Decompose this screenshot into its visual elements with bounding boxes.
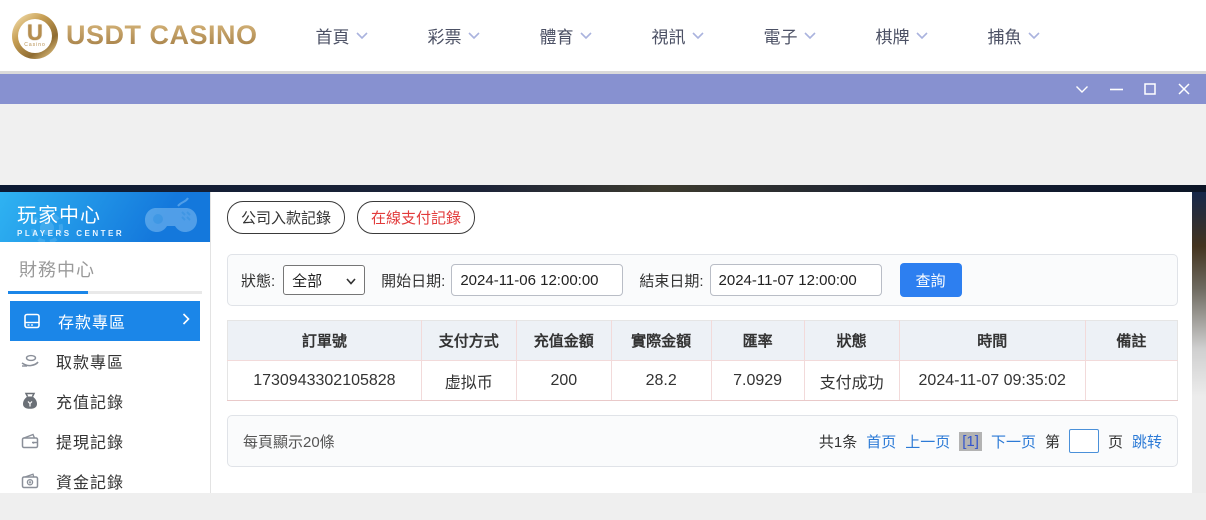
table-header-row: 訂單號 支付方式 充值金額 實際金額 匯率 狀態 時間 備註: [227, 320, 1179, 361]
gamepad-icon: [138, 194, 204, 242]
sidebar: 玩家中心 PLAYERS CENTER 財務中心 存款專區 取款專區 充值記錄 …: [0, 192, 211, 493]
total-count-text: 共1条: [818, 433, 858, 451]
chevron-right-icon: [182, 312, 190, 330]
page-number-input[interactable]: [1068, 429, 1099, 453]
right-decor-strip: [1192, 192, 1206, 493]
content-area: 玩家中心 PLAYERS CENTER 財務中心 存款專區 取款專區 充值記錄 …: [0, 192, 1206, 493]
status-select-value: 全部: [292, 272, 323, 290]
jump-link[interactable]: 跳转: [1132, 431, 1162, 452]
top-header: U Casino USDT CASINO 首頁 彩票 體育 視訊 電子 棋牌 捕…: [0, 0, 1206, 71]
brand-name: USDT CASINO: [66, 20, 258, 50]
chevron-down-icon: [467, 31, 480, 40]
sidebar-item-withdrawal-records[interactable]: 提現記錄: [0, 421, 210, 461]
col-recharge-amount: 充值金額: [515, 320, 612, 361]
pagination-bar: 每頁顯示20條 共1条 首页 上一页 [1] 下一页 第 页 跳转: [227, 415, 1178, 467]
decor-strip: [0, 185, 1206, 192]
finance-section-title: 財務中心: [19, 260, 95, 280]
window-titlebar: [0, 71, 1206, 104]
cell-actual-amount: 28.2: [610, 360, 712, 401]
logo-small-text: Casino: [24, 41, 46, 48]
prev-page-link[interactable]: 上一页: [905, 431, 950, 452]
start-date-label: 開始日期:: [381, 272, 446, 290]
status-label: 狀態:: [241, 272, 276, 290]
col-order-number: 訂單號: [227, 320, 422, 361]
poker-chip-icon: [30, 211, 64, 242]
brand-logo[interactable]: U Casino USDT CASINO: [12, 12, 258, 59]
nav-item-slots[interactable]: 電子: [764, 23, 816, 48]
cell-time: 2024-11-07 09:35:02: [898, 360, 1086, 401]
col-status: 狀態: [803, 320, 900, 361]
close-icon[interactable]: [1172, 79, 1196, 99]
players-center-header: 玩家中心 PLAYERS CENTER: [0, 192, 210, 242]
chevron-down-icon: [803, 31, 816, 40]
current-page-indicator: [1]: [959, 431, 982, 451]
next-page-link[interactable]: 下一页: [991, 431, 1036, 452]
cell-order-number: 1730943302105828: [227, 360, 422, 401]
search-button[interactable]: 查詢: [899, 263, 962, 297]
col-exchange-rate: 匯率: [710, 320, 805, 361]
nav-item-cards[interactable]: 棋牌: [876, 23, 928, 48]
cell-exchange-rate: 7.0929: [710, 360, 805, 401]
logo-monogram: U: [27, 19, 43, 45]
cell-status: 支付成功: [803, 360, 900, 401]
table-row: 1730943302105828 虚拟币 200 28.2 7.0929 支付成…: [227, 360, 1179, 401]
jump-suffix-label: 页: [1107, 433, 1123, 451]
chevron-down-icon[interactable]: [1070, 79, 1094, 99]
end-date-input[interactable]: [709, 264, 882, 296]
nav-item-home[interactable]: 首頁: [316, 23, 368, 48]
pager: 共1条 首页 上一页 [1] 下一页 第 页 跳转: [819, 429, 1162, 453]
finance-section: 財務中心: [0, 242, 210, 291]
cell-payment-method: 虚拟币: [420, 360, 517, 401]
page-spacer: [0, 104, 1206, 185]
end-date-label: 結束日期:: [639, 272, 704, 290]
col-actual-amount: 實際金額: [610, 320, 712, 361]
start-date-input[interactable]: [451, 264, 624, 296]
col-payment-method: 支付方式: [420, 320, 517, 361]
minimize-icon[interactable]: [1104, 79, 1128, 99]
nav-item-sports[interactable]: 體育: [540, 23, 592, 48]
maximize-icon[interactable]: [1138, 79, 1162, 99]
jump-prefix-label: 第: [1044, 433, 1060, 451]
nav-item-fishing[interactable]: 捕魚: [988, 23, 1040, 48]
sidebar-menu: 存款專區 取款專區 充值記錄 提現記錄 資金記錄: [0, 301, 210, 501]
tab-online-payment-records[interactable]: 在線支付記錄: [357, 201, 476, 234]
main-panel: 公司入款記錄 在線支付記錄 狀態: 全部 開始日期: 結束日期: 查詢 訂單號: [211, 192, 1206, 493]
tab-company-deposit-records[interactable]: 公司入款記錄: [227, 201, 346, 234]
page-size-text: 每頁顯示20條: [243, 433, 335, 451]
cell-remark: [1084, 360, 1179, 401]
coins-icon: [20, 473, 40, 489]
chevron-down-icon: [915, 31, 928, 40]
sidebar-item-recharge-records[interactable]: 充值記錄: [0, 381, 210, 421]
status-select[interactable]: 全部: [283, 265, 366, 295]
col-remark: 備註: [1084, 320, 1179, 361]
chevron-down-icon: [579, 31, 592, 40]
nav-item-lottery[interactable]: 彩票: [428, 23, 480, 48]
sidebar-item-funds-records[interactable]: 資金記錄: [0, 461, 210, 501]
col-time: 時間: [898, 320, 1086, 361]
chevron-down-icon: [691, 31, 704, 40]
money-bag-icon: [20, 392, 40, 410]
cell-recharge-amount: 200: [515, 360, 612, 401]
sidebar-item-deposit-zone[interactable]: 存款專區: [10, 301, 200, 341]
section-underline: [8, 291, 202, 294]
main-nav: 首頁 彩票 體育 視訊 電子 棋牌 捕魚: [316, 23, 1040, 48]
records-table: 訂單號 支付方式 充值金額 實際金額 匯率 狀態 時間 備註 173094330…: [227, 320, 1179, 401]
filter-bar: 狀態: 全部 開始日期: 結束日期: 查詢: [227, 254, 1178, 306]
nav-item-video[interactable]: 視訊: [652, 23, 704, 48]
deposit-machine-icon: [22, 312, 42, 330]
chevron-down-icon: [1027, 31, 1040, 40]
record-tabs: 公司入款記錄 在線支付記錄: [227, 201, 1178, 234]
logo-ball-icon: U Casino: [12, 12, 58, 59]
chevron-down-icon: [355, 31, 368, 40]
chevron-down-icon: [346, 272, 356, 289]
sidebar-item-withdraw-zone[interactable]: 取款專區: [0, 341, 210, 381]
wallet-icon: [20, 433, 40, 449]
hand-coins-icon: [20, 353, 40, 369]
first-page-link[interactable]: 首页: [866, 431, 896, 452]
